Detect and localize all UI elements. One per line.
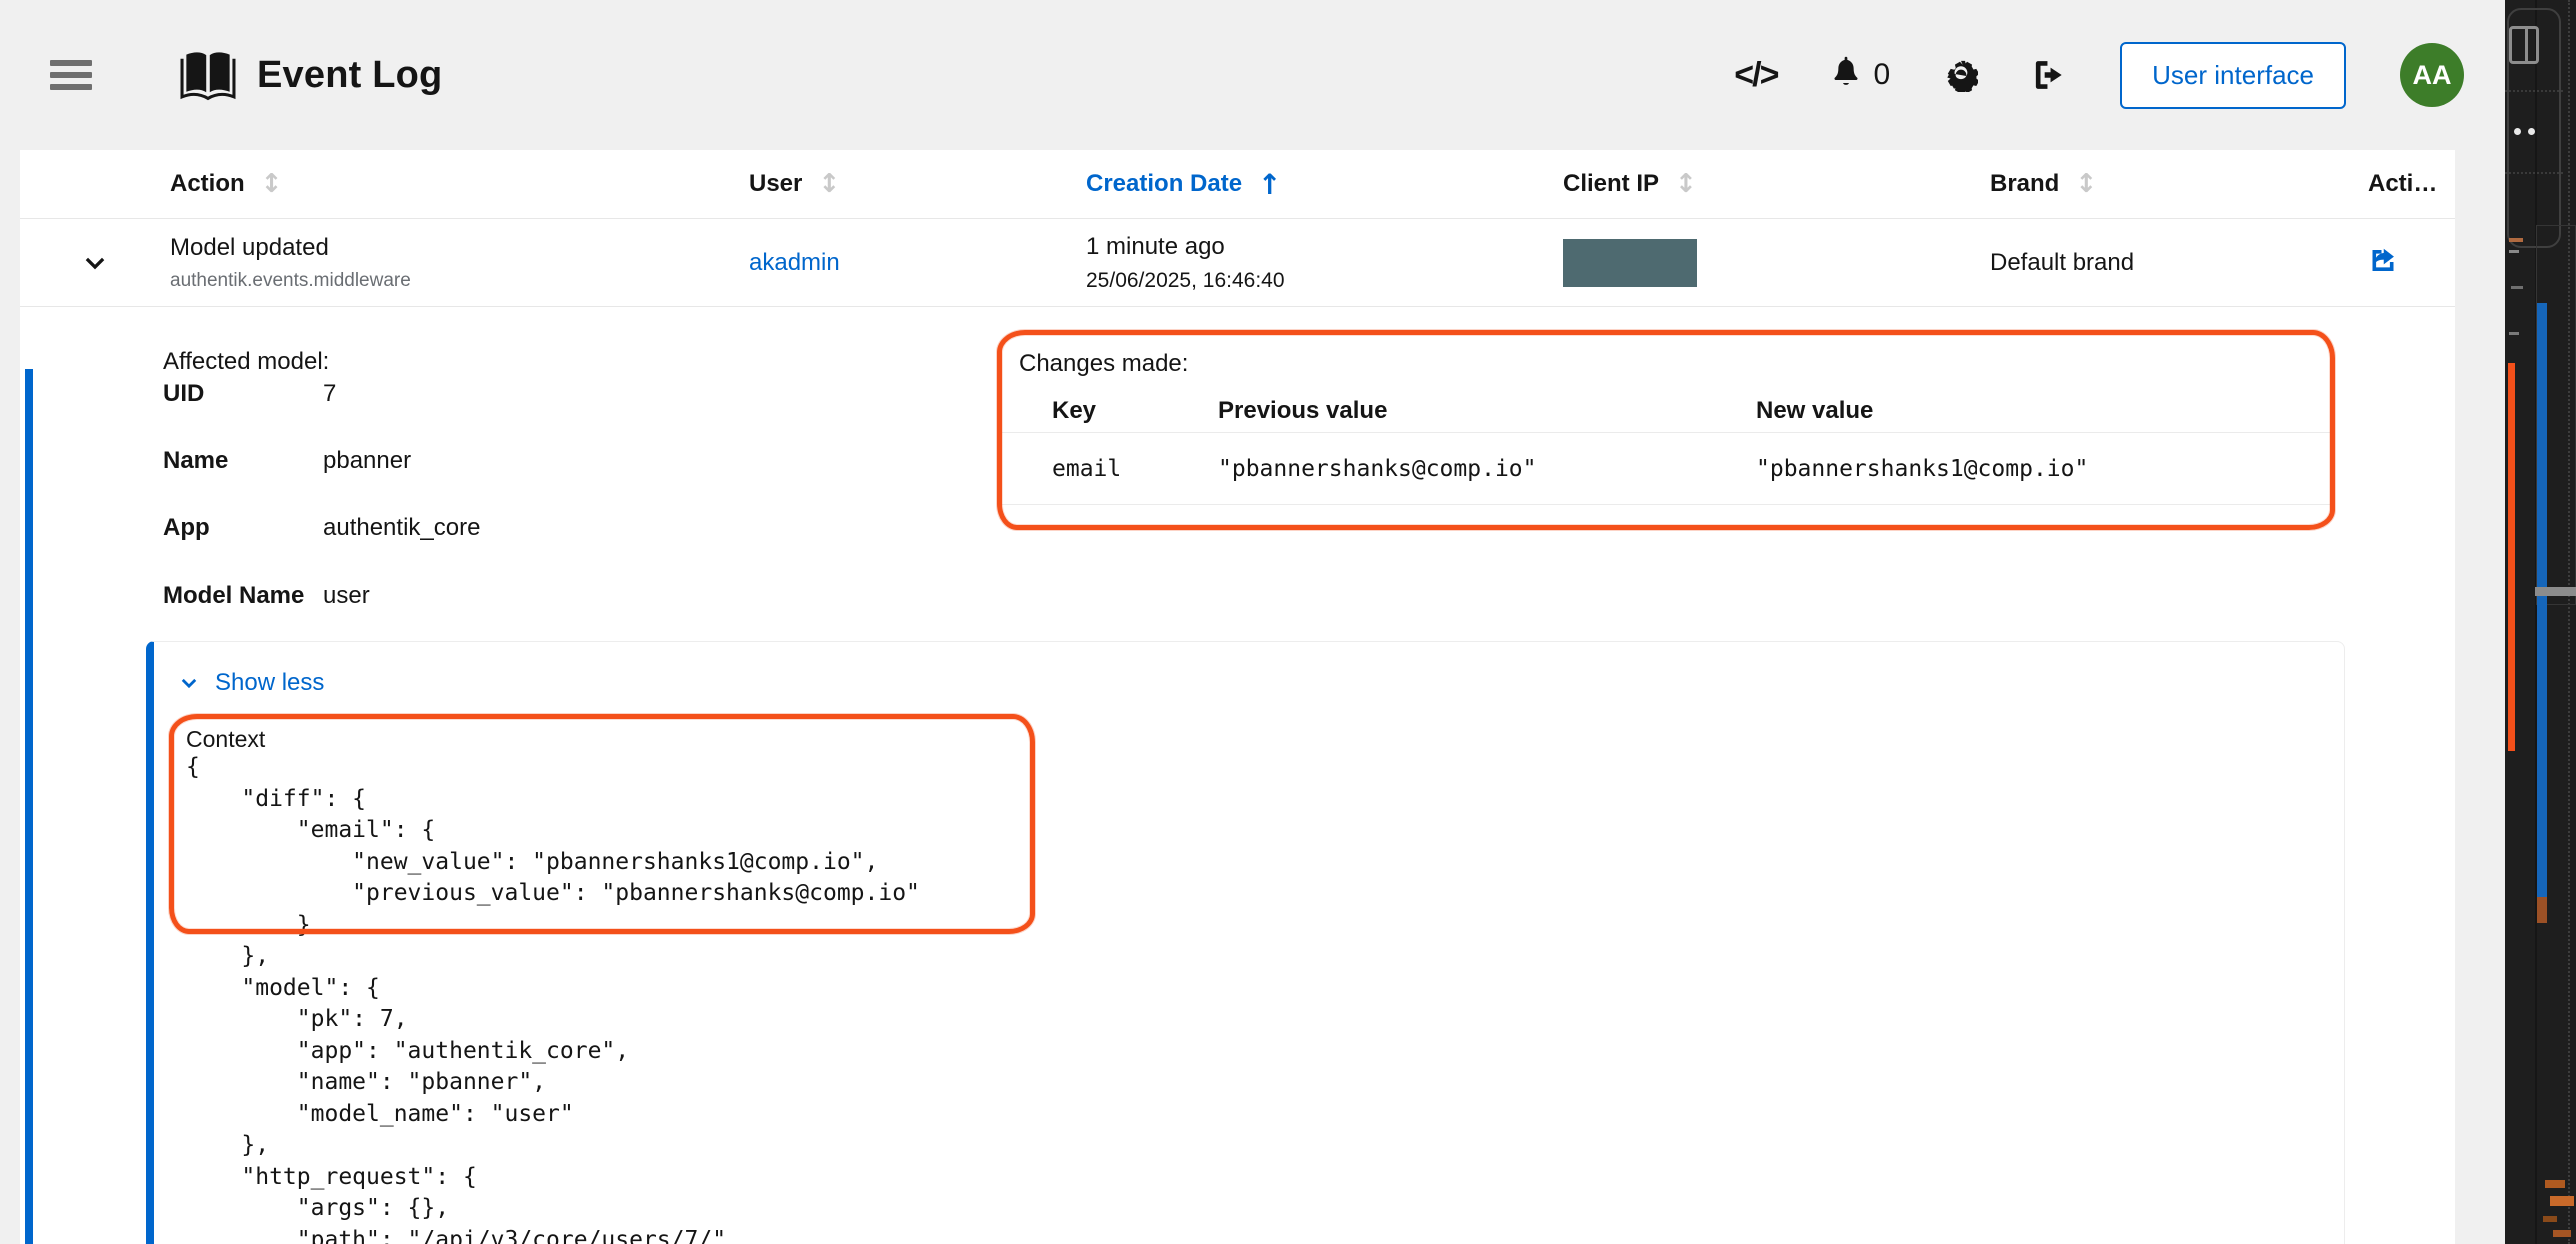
- minimap-orange-bar: [2508, 363, 2515, 751]
- minimap-scroll-handle[interactable]: [2535, 587, 2576, 596]
- event-log-content: Action↕ User↕ Creation Date↑ Client IP↕ …: [20, 150, 2455, 1244]
- table-row[interactable]: Model updated authentik.events.middlewar…: [20, 219, 2455, 307]
- top-header: Event Log </> 0 User interface AA: [0, 0, 2576, 150]
- user-interface-button[interactable]: User interface: [2120, 42, 2346, 109]
- created-absolute: 25/06/2025, 16:46:40: [1086, 269, 1563, 293]
- affected-model-label: Affected model:: [163, 348, 329, 376]
- collapse-row-chevron-icon[interactable]: [20, 250, 170, 276]
- page-title: Event Log: [257, 54, 442, 97]
- hamburger-menu-icon[interactable]: [50, 60, 92, 90]
- column-header-creation-date[interactable]: Creation Date↑: [1086, 168, 1563, 201]
- change-previous-value: "pbannershanks@comp.io": [1218, 456, 1756, 482]
- expanded-row-accent-border: [25, 369, 33, 1244]
- minimap-window-icon: [2509, 26, 2539, 64]
- open-event-icon[interactable]: [2368, 253, 2398, 280]
- api-code-icon[interactable]: </>: [1734, 56, 1777, 95]
- minimap-brown-bar: [2537, 897, 2547, 923]
- user-link[interactable]: akadmin: [749, 249, 840, 276]
- table-header-row: Action↕ User↕ Creation Date↑ Client IP↕ …: [20, 150, 2455, 219]
- detail-field-model-name: Model Name user: [163, 582, 370, 610]
- chevron-down-icon: [179, 673, 199, 693]
- event-action-app: authentik.events.middleware: [170, 270, 749, 292]
- sort-icon: ↕: [1675, 169, 1697, 199]
- detail-field-app: App authentik_core: [163, 514, 480, 542]
- brand-cell: Default brand: [1990, 249, 2134, 276]
- event-context-card: Show less Context { "diff": { "email": {…: [146, 641, 2345, 1244]
- sort-ascending-icon: ↑: [1258, 168, 1281, 201]
- notification-count: 0: [1873, 58, 1890, 92]
- changes-table-row: email "pbannershanks@comp.io" "pbannersh…: [997, 433, 2335, 505]
- minimap-blue-bar: [2537, 303, 2547, 897]
- change-key: email: [1052, 456, 1218, 482]
- show-less-toggle[interactable]: Show less: [179, 668, 324, 698]
- gear-icon[interactable]: [1944, 58, 1978, 92]
- detail-field-uid: UID 7: [163, 380, 336, 408]
- column-header-action[interactable]: Action↕: [170, 169, 749, 199]
- sign-out-icon[interactable]: [2032, 58, 2066, 92]
- notifications-control[interactable]: 0: [1831, 54, 1890, 96]
- change-new-value: "pbannershanks1@comp.io": [1756, 456, 2335, 482]
- column-header-client-ip[interactable]: Client IP↕: [1563, 169, 1990, 199]
- action-cell: Model updated authentik.events.middlewar…: [170, 234, 749, 292]
- created-relative: 1 minute ago: [1086, 233, 1563, 261]
- context-json-code: { "diff": { "email": { "new_value": "pba…: [186, 752, 2324, 1244]
- event-log-book-icon: [177, 47, 239, 103]
- minimap-panel: [2505, 0, 2576, 1244]
- column-header-brand[interactable]: Brand↕: [1990, 169, 2368, 199]
- sort-icon: ↕: [261, 169, 283, 199]
- changes-made-title: Changes made:: [1019, 350, 1188, 378]
- column-header-user[interactable]: User↕: [749, 169, 1086, 199]
- avatar[interactable]: AA: [2400, 43, 2464, 107]
- sort-icon: ↕: [2075, 169, 2097, 199]
- client-ip-redacted-box: [1563, 239, 1697, 287]
- bell-icon: [1831, 54, 1861, 96]
- creation-date-cell: 1 minute ago 25/06/2025, 16:46:40: [1086, 233, 1563, 293]
- changes-table-header: Key Previous value New value: [997, 390, 2335, 433]
- event-action-title: Model updated: [170, 234, 749, 262]
- context-label: Context: [186, 726, 265, 753]
- sort-icon: ↕: [818, 169, 840, 199]
- detail-field-name: Name pbanner: [163, 447, 411, 475]
- column-header-actions: Acti…: [2368, 170, 2455, 198]
- changes-made-section: Changes made: Key Previous value New val…: [997, 330, 2335, 530]
